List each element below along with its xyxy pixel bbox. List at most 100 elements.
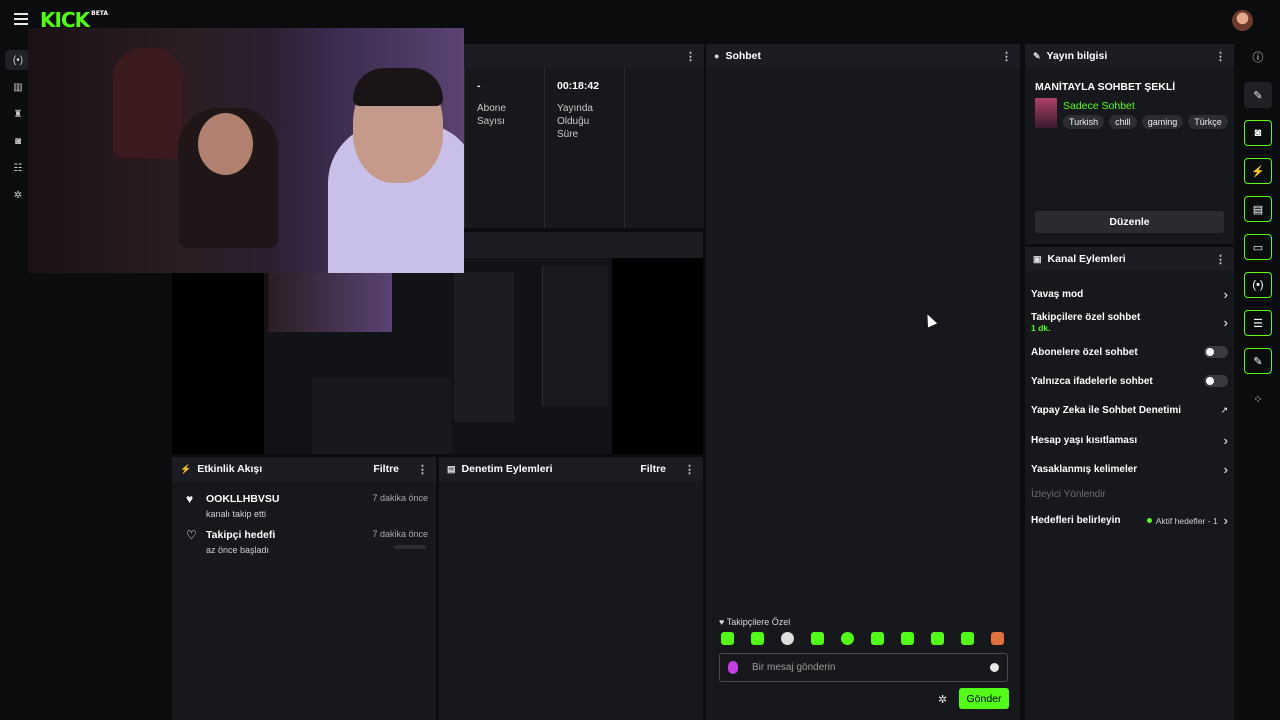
tag[interactable]: Türkçe bbox=[1188, 115, 1228, 129]
bolt-icon[interactable]: ⚡ bbox=[1244, 158, 1272, 184]
user-avatar[interactable] bbox=[1232, 10, 1253, 31]
raid-row: İzleyici Yönlendir bbox=[1031, 489, 1228, 500]
chevron-right-icon: › bbox=[1223, 315, 1228, 330]
preview-info-panel bbox=[542, 266, 608, 406]
camera-icon[interactable]: ◙ bbox=[1244, 120, 1272, 146]
moderation-title: Denetim Eylemleri bbox=[461, 463, 553, 475]
more-icon[interactable]: ⋮ bbox=[1001, 50, 1012, 63]
event-subtitle: az önce başladı bbox=[206, 545, 270, 555]
banned-words-label: Yasaklanmış kelimeler bbox=[1031, 464, 1138, 475]
channel-actions-header: ▣ Kanal Eylemleri ⋮ bbox=[1025, 247, 1234, 271]
document-icon: ▤ bbox=[447, 463, 456, 474]
emote[interactable] bbox=[901, 632, 914, 645]
event-title: OOKLLHBVSU bbox=[206, 493, 280, 505]
heart-outline-icon: ♡ bbox=[186, 528, 197, 542]
chevron-right-icon: › bbox=[1223, 462, 1228, 477]
account-age-row[interactable]: Hesap yaşı kısıtlaması › bbox=[1031, 433, 1228, 448]
event-time: 7 dakika önce bbox=[372, 529, 428, 539]
stat-value: - bbox=[477, 80, 481, 92]
emote[interactable] bbox=[931, 632, 944, 645]
edit-icon[interactable]: ✎ bbox=[1244, 82, 1272, 108]
chat-header: ● Sohbet ⋮ bbox=[706, 44, 1020, 68]
stat-empty bbox=[624, 68, 704, 228]
ai-moderation-row[interactable]: Yapay Zeka ile Sohbet Denetimi ↗ bbox=[1031, 405, 1228, 416]
goals-status-text: Aktif hedefler - 1 bbox=[1155, 515, 1218, 526]
banned-words-row[interactable]: Yasaklanmış kelimeler › bbox=[1031, 462, 1228, 477]
goals-status: Aktif hedefler - 1 bbox=[1146, 515, 1218, 526]
tag[interactable]: gaming bbox=[1141, 115, 1184, 129]
slow-mode-row[interactable]: Yavaş mod › bbox=[1031, 287, 1228, 302]
subscribers-only-toggle[interactable] bbox=[1204, 346, 1228, 358]
wrench-icon[interactable]: ✎ bbox=[1244, 348, 1272, 374]
emote[interactable] bbox=[991, 632, 1004, 645]
event-subtitle: kanalı takip etti bbox=[206, 509, 267, 519]
followers-only-text: Takipçilere Özel bbox=[726, 617, 791, 627]
chat-icon[interactable]: ▭ bbox=[1244, 234, 1272, 260]
emote[interactable] bbox=[841, 632, 854, 645]
person-figure bbox=[113, 48, 183, 158]
broadcast-icon[interactable]: (•) bbox=[1244, 272, 1272, 298]
document-icon[interactable]: ▤ bbox=[1244, 196, 1272, 222]
more-icon[interactable]: ⋮ bbox=[417, 463, 428, 476]
edit-button[interactable]: Düzenle bbox=[1035, 211, 1224, 233]
followers-only-label: Takipçilere özel sohbet bbox=[1031, 312, 1141, 323]
stream-preview[interactable] bbox=[172, 258, 703, 454]
emotes-only-toggle[interactable] bbox=[1204, 375, 1228, 387]
followers-only-label: ♥ Takipçilere Özel bbox=[719, 617, 791, 627]
menu-icon[interactable] bbox=[14, 13, 28, 25]
activity-title: Etkinlik Akışı bbox=[197, 463, 263, 475]
add-widget-icon[interactable]: ⁘ bbox=[1244, 386, 1272, 412]
moderation-filter-button[interactable]: Filtre bbox=[640, 463, 666, 475]
heart-icon: ♥ bbox=[186, 492, 194, 506]
tag[interactable]: Turkish bbox=[1063, 115, 1105, 129]
emote[interactable] bbox=[721, 632, 734, 645]
emote[interactable] bbox=[781, 632, 794, 645]
emote-bar bbox=[721, 632, 1004, 645]
microphone-icon[interactable] bbox=[728, 661, 738, 674]
activity-filter-button[interactable]: Filtre bbox=[373, 463, 399, 475]
stat-value: 00:18:42 bbox=[557, 80, 600, 92]
webcam-feed bbox=[28, 28, 464, 273]
stat-subscribers: - Abone Sayısı bbox=[464, 68, 544, 228]
activity-item: ♡ Takipçi hedefi az önce başladı 7 dakik… bbox=[186, 529, 428, 555]
emote[interactable] bbox=[811, 632, 824, 645]
emoji-icon[interactable] bbox=[990, 663, 999, 672]
account-age-label: Hesap yaşı kısıtlaması bbox=[1031, 435, 1138, 446]
right-sidebar: ⓘ ✎ ◙ ⚡ ▤ ▭ (•) ☰ ✎ ⁘ bbox=[1242, 44, 1274, 424]
stream-info-header: ✎ Yayın bilgisi ⋮ bbox=[1025, 44, 1234, 68]
followers-only-row[interactable]: Takipçilere özel sohbet 1 dk. › bbox=[1031, 312, 1228, 333]
more-icon[interactable]: ⋮ bbox=[685, 50, 696, 63]
chevron-right-icon: › bbox=[1223, 287, 1228, 302]
activity-header: ⚡ Etkinlik Akışı Filtre ⋮ bbox=[172, 457, 436, 481]
preview-webcam bbox=[268, 272, 392, 332]
event-title: Takipçi hedefi bbox=[206, 529, 276, 541]
send-button[interactable]: Gönder bbox=[959, 688, 1009, 709]
goals-row[interactable]: Hedefleri belirleyin Aktif hedefler - 1 … bbox=[1031, 513, 1228, 528]
more-icon[interactable]: ⋮ bbox=[684, 463, 695, 476]
emote[interactable] bbox=[751, 632, 764, 645]
stream-title: MANİTAYLA SOHBET ŞEKLİ bbox=[1035, 81, 1176, 93]
chat-settings-icon[interactable]: ✲ bbox=[938, 693, 947, 706]
stats-panel-header: ⋮ bbox=[464, 44, 704, 68]
person-face bbox=[198, 113, 253, 175]
goals-label: Hedefleri belirleyin bbox=[1031, 515, 1121, 526]
info-icon[interactable]: ⓘ bbox=[1244, 44, 1272, 70]
category-thumbnail bbox=[1035, 98, 1057, 128]
server-icon[interactable]: ☰ bbox=[1244, 310, 1272, 336]
tag[interactable]: chill bbox=[1109, 115, 1137, 129]
preview-screen bbox=[264, 258, 612, 454]
raid-label: İzleyici Yönlendir bbox=[1031, 489, 1106, 500]
more-icon[interactable]: ⋮ bbox=[1215, 50, 1226, 63]
wrench-icon: ✎ bbox=[1033, 50, 1041, 61]
chat-input[interactable]: Bir mesaj gönderin bbox=[719, 653, 1008, 682]
emote[interactable] bbox=[961, 632, 974, 645]
goal-progress-bar bbox=[394, 545, 426, 549]
channel-actions-title: Kanal Eylemleri bbox=[1047, 253, 1126, 265]
subscribers-only-row: Abonelere özel sohbet bbox=[1031, 346, 1228, 358]
more-icon[interactable]: ⋮ bbox=[1215, 253, 1226, 266]
emote[interactable] bbox=[871, 632, 884, 645]
category-link[interactable]: Sadece Sohbet bbox=[1063, 100, 1135, 112]
preview-bottom-panel bbox=[312, 378, 452, 454]
chevron-right-icon: › bbox=[1223, 513, 1228, 528]
tag-list: Turkish chill gaming Türkçe bbox=[1063, 115, 1228, 129]
